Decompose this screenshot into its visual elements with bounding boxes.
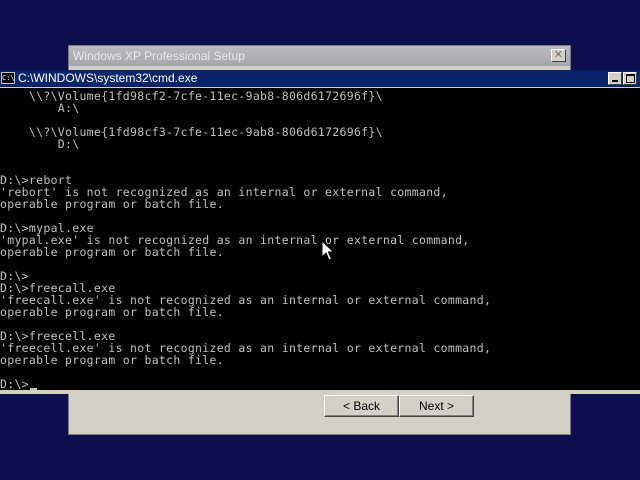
mouse-pointer-icon [321, 240, 335, 261]
back-button[interactable]: < Back [324, 395, 399, 417]
setup-titlebar: Windows XP Professional Setup ✕ [69, 46, 570, 66]
setup-title: Windows XP Professional Setup [73, 49, 245, 63]
console-line: operable program or batch file. [0, 245, 224, 259]
console-line: operable program or batch file. [0, 305, 224, 319]
setup-button-bar: < Back Next > [69, 389, 570, 434]
next-button[interactable]: Next > [399, 395, 474, 417]
maximize-icon[interactable] [623, 72, 637, 85]
console-output[interactable]: \\?\Volume{1fd98cf2-7cfe-11ec-9ab8-806d6… [0, 88, 640, 390]
cmd-icon[interactable]: C:\ [1, 72, 15, 84]
console-line: operable program or batch file. [0, 197, 224, 211]
minimize-icon[interactable] [608, 72, 622, 85]
text-cursor [30, 388, 37, 390]
console-line: operable program or batch file. [0, 353, 224, 367]
console-line: A:\ [0, 101, 80, 115]
cmd-window[interactable]: C:\ C:\WINDOWS\system32\cmd.exe \\?\Volu… [0, 70, 640, 394]
console-line: D:\> [0, 377, 29, 390]
console-line: D:\ [0, 137, 80, 151]
cmd-titlebar[interactable]: C:\ C:\WINDOWS\system32\cmd.exe [0, 70, 640, 87]
setup-close-button[interactable]: ✕ [551, 49, 566, 62]
cmd-title: C:\WINDOWS\system32\cmd.exe [18, 71, 198, 85]
